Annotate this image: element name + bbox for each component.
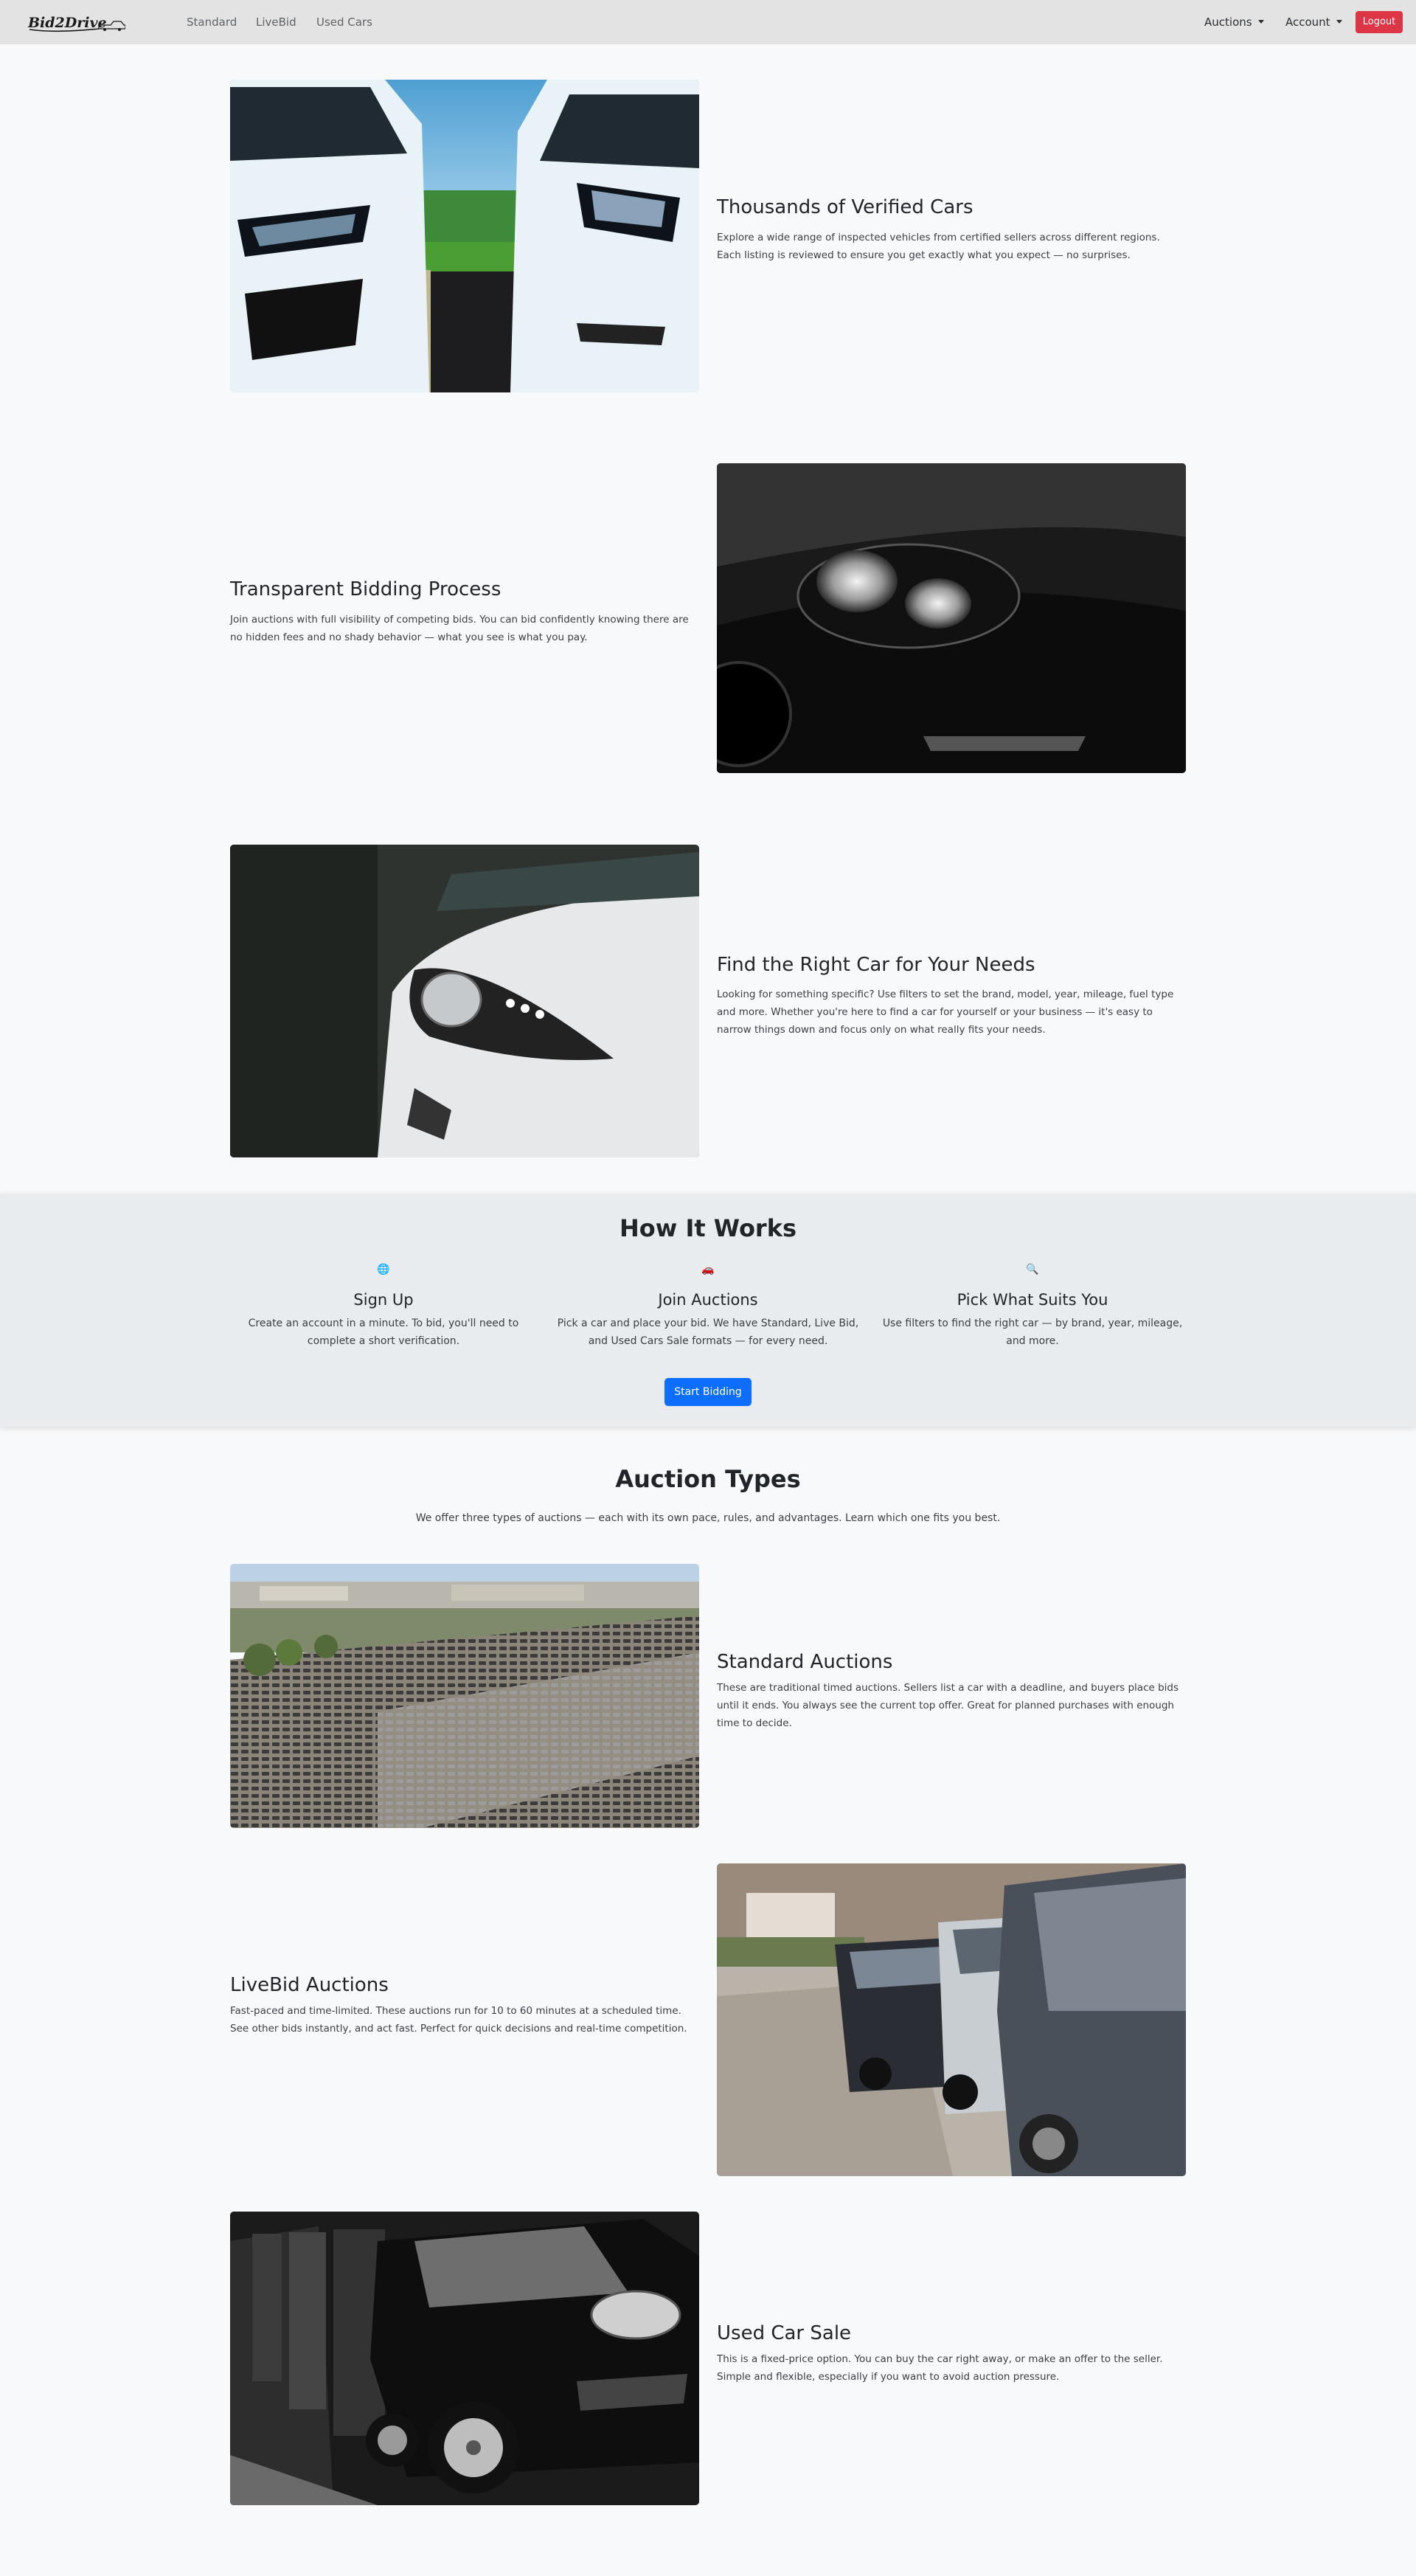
auction-image-parked-cars bbox=[717, 1863, 1186, 2176]
start-bidding-button[interactable]: Start Bidding bbox=[664, 1378, 752, 1406]
step-text: Pick a car and place your bid. We have S… bbox=[557, 1318, 859, 1347]
feature-text: Looking for something specific? Use filt… bbox=[717, 988, 1174, 1036]
step-title: Sign Up bbox=[353, 1291, 414, 1309]
step-pick-what-suits-you: 🔍 Pick What Suits You Use filters to fin… bbox=[878, 1261, 1187, 1350]
feature-title: Find the Right Car for Your Needs bbox=[717, 954, 1035, 976]
feature-text: Explore a wide range of inspected vehicl… bbox=[717, 232, 1160, 261]
feature-title: Transparent Bidding Process bbox=[230, 578, 502, 600]
magnifier-icon: 🔍 bbox=[1026, 1264, 1039, 1275]
navbar: Bid2Drive Standard LiveBid Used Cars Auc… bbox=[0, 0, 1416, 44]
brand-logo[interactable]: Bid2Drive bbox=[27, 10, 125, 34]
auction-type-title: Used Car Sale bbox=[717, 2322, 852, 2344]
how-it-works-section: How It Works 🌐 Sign Up Create an account… bbox=[0, 1194, 1416, 1427]
step-text: Create an account in a minute. To bid, y… bbox=[248, 1318, 519, 1347]
auction-types-title: Auction Types bbox=[615, 1465, 801, 1493]
auction-image-car-row bbox=[230, 2212, 699, 2505]
how-it-works-title: How It Works bbox=[619, 1214, 797, 1242]
chevron-down-icon bbox=[1257, 20, 1264, 24]
step-join-auctions: 🚗 Join Auctions Pick a car and place you… bbox=[553, 1261, 863, 1350]
auction-type-text: This is a fixed-price option. You can bu… bbox=[717, 2353, 1163, 2383]
nav-link-standard[interactable]: Standard bbox=[187, 0, 237, 44]
step-title: Pick What Suits You bbox=[957, 1291, 1108, 1309]
nav-link-livebid[interactable]: LiveBid bbox=[256, 0, 296, 44]
svg-text:Bid2Drive: Bid2Drive bbox=[27, 15, 107, 31]
auction-type-title: LiveBid Auctions bbox=[230, 1974, 389, 1996]
account-dropdown[interactable]: Account bbox=[1285, 0, 1342, 44]
chevron-down-icon bbox=[1336, 20, 1342, 24]
step-sign-up: 🌐 Sign Up Create an account in a minute.… bbox=[229, 1261, 538, 1350]
feature-image-white-car bbox=[230, 845, 699, 1157]
auctions-dropdown[interactable]: Auctions bbox=[1204, 0, 1264, 44]
car-icon: 🚗 bbox=[701, 1264, 715, 1275]
step-text: Use filters to find the right car — by b… bbox=[882, 1318, 1183, 1347]
feature-image-verified-cars bbox=[230, 80, 699, 392]
auction-type-text: These are traditional timed auctions. Se… bbox=[717, 1682, 1179, 1729]
feature-text: Join auctions with full visibility of co… bbox=[230, 614, 689, 643]
account-dropdown-label: Account bbox=[1285, 15, 1330, 29]
nav-link-used-cars[interactable]: Used Cars bbox=[316, 0, 372, 44]
logout-button[interactable]: Logout bbox=[1356, 11, 1403, 33]
step-title: Join Auctions bbox=[658, 1291, 758, 1309]
auction-type-text: Fast-paced and time-limited. These aucti… bbox=[230, 2005, 687, 2035]
auction-image-parking-lot bbox=[230, 1564, 699, 1828]
feature-image-headlight bbox=[717, 463, 1186, 773]
auction-types-subtitle: We offer three types of auctions — each … bbox=[415, 1512, 1001, 1524]
auction-type-title: Standard Auctions bbox=[717, 1651, 893, 1673]
globe-icon: 🌐 bbox=[377, 1264, 390, 1275]
auctions-dropdown-label: Auctions bbox=[1204, 15, 1252, 29]
feature-title: Thousands of Verified Cars bbox=[717, 196, 974, 218]
